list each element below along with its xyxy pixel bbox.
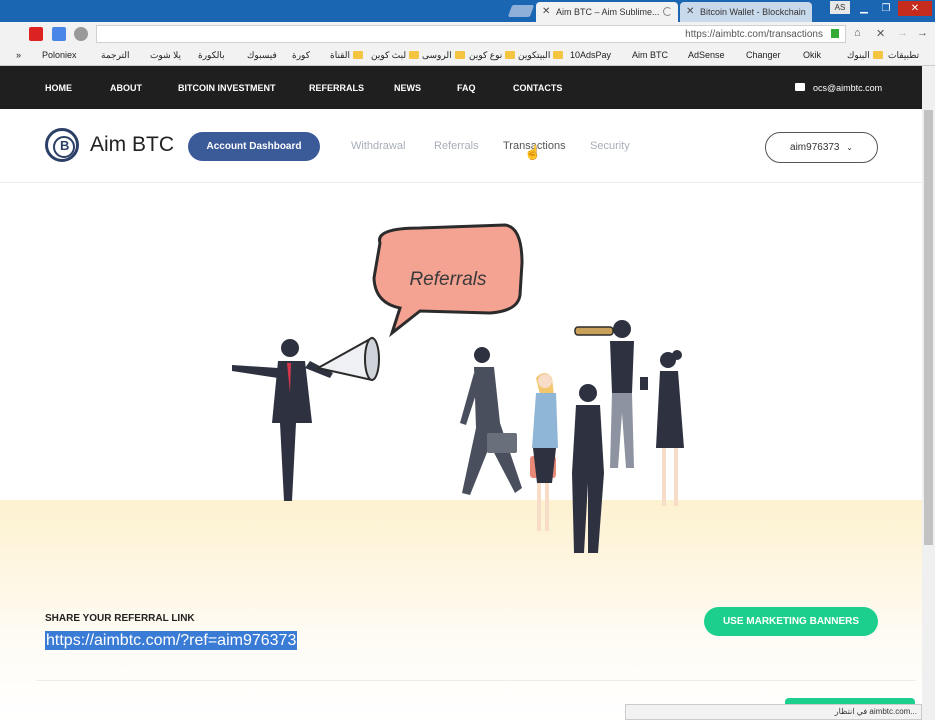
bookmark-folder[interactable]: البنوك <box>847 50 883 61</box>
extension-icon[interactable] <box>74 27 88 41</box>
nav-bitcoin-investment[interactable]: BITCOIN INVESTMENT <box>178 83 276 93</box>
aimbtc-logo-icon[interactable]: B <box>45 128 79 162</box>
bookmarks-bar: » Poloniex الترجمة يلا شوت بالكورة فيسبو… <box>0 46 935 66</box>
bookmarks-overflow-icon[interactable]: » <box>16 50 21 60</box>
bookmark-label: الروسى <box>422 50 452 60</box>
contact-email[interactable]: ocs@aimbtc.com <box>813 83 882 93</box>
bookmark-label: لبث كوين <box>371 50 407 60</box>
bookmark-item[interactable]: بالكورة <box>198 50 225 61</box>
nav-contacts[interactable]: CONTACTS <box>513 83 562 93</box>
forward-icon[interactable]: → <box>897 27 908 39</box>
referral-link[interactable]: https://aimbtc.com/?ref=aim976373 <box>45 631 298 650</box>
nav-referrals[interactable]: REFERRALS <box>309 83 364 93</box>
minimize-icon[interactable]: ▁ <box>854 1 874 16</box>
bookmark-poloniex[interactable]: Poloniex <box>42 50 77 60</box>
bookmark-label: القناة <box>330 50 350 60</box>
address-bar[interactable]: https://aimbtc.com/transactions <box>96 25 846 43</box>
mail-icon <box>795 83 805 91</box>
referrals-illustration: Referrals <box>232 223 684 553</box>
bookmark-label: البيتكوين <box>518 50 551 60</box>
folder-icon <box>409 51 420 59</box>
bookmark-10adspay[interactable]: 10AdsPay <box>570 50 611 60</box>
bookmark-facebook[interactable]: فيسبوك <box>247 50 277 61</box>
close-window-icon[interactable]: ✕ <box>898 1 932 16</box>
bookmark-aimbtc[interactable]: Aim BTC <box>632 50 668 60</box>
tab-title: Aim BTC – Aim Sublime... <box>556 7 660 17</box>
browser-toolbar: ☆ https://aimbtc.com/transactions ⌂ ✕ → … <box>0 22 935 46</box>
bookmark-item[interactable]: كورة <box>292 50 310 61</box>
referrals-link[interactable]: Referrals <box>434 140 479 152</box>
tab-title: Bitcoin Wallet - Blockchain <box>700 7 806 17</box>
use-marketing-banners-button[interactable]: USE MARKETING BANNERS <box>704 607 878 636</box>
bookmark-folder[interactable]: لبث كوين <box>371 50 420 61</box>
account-dashboard-button[interactable]: Account Dashboard <box>188 132 320 161</box>
reload-stop-icon[interactable]: ✕ <box>876 27 885 40</box>
bookmark-translate[interactable]: الترجمة <box>101 50 130 61</box>
nav-faq[interactable]: FAQ <box>457 83 476 93</box>
megaphone-person <box>232 336 380 501</box>
folder-icon <box>352 51 363 59</box>
bookmark-folder[interactable]: القناة <box>330 50 363 61</box>
bookmark-changer[interactable]: Changer <box>746 50 781 60</box>
bookmark-item[interactable]: يلا شوت <box>150 50 181 61</box>
bookmark-folder[interactable]: الروسى <box>422 50 465 61</box>
security-link[interactable]: Security <box>590 140 630 152</box>
bubble-text: Referrals <box>409 269 487 290</box>
close-tab-icon[interactable]: ✕ <box>542 6 550 17</box>
username: aim976373 <box>790 142 840 153</box>
url-text: https://aimbtc.com/transactions <box>685 29 823 40</box>
nav-news[interactable]: NEWS <box>394 83 421 93</box>
bookmark-apps[interactable]: تطبيقات <box>888 50 919 61</box>
bookmark-okik[interactable]: Okik <box>803 50 821 60</box>
bookmark-folder[interactable]: نوع كوين <box>469 50 516 61</box>
main-navigation: HOME ABOUT BITCOIN INVESTMENT REFERRALS … <box>0 66 922 109</box>
browser-tab-strip: ✕ Aim BTC – Aim Sublime... ✕ Bitcoin Wal… <box>0 0 935 22</box>
nav-home[interactable]: HOME <box>45 83 72 93</box>
gmail-extension-icon[interactable] <box>29 27 43 41</box>
extension-icon[interactable] <box>52 27 66 41</box>
tab-aimbtc[interactable]: ✕ Aim BTC – Aim Sublime... <box>536 2 678 22</box>
bookmark-label: البنوك <box>847 50 870 60</box>
chevron-down-icon: ⌄ <box>846 143 853 152</box>
share-referral-label: SHARE YOUR REFERRAL LINK <box>45 613 195 624</box>
withdrawal-link[interactable]: Withdrawal <box>351 140 405 152</box>
user-menu-button[interactable]: aim976373 ⌄ <box>765 132 878 163</box>
bookmark-folder[interactable]: البيتكوين <box>518 50 564 61</box>
folder-icon <box>553 51 564 59</box>
restore-icon[interactable]: ❐ <box>876 1 896 16</box>
folder-icon <box>454 51 465 59</box>
woman-with-bag <box>530 373 558 531</box>
hand-cursor-icon: ☝ <box>524 144 542 160</box>
bookmark-adsense[interactable]: AdSense <box>688 50 725 60</box>
status-bar: في انتظار aimbtc.com... <box>625 704 922 720</box>
home-icon[interactable]: ⌂ <box>854 27 861 39</box>
lock-icon <box>831 29 839 38</box>
profile-avatar[interactable]: AS <box>830 1 850 14</box>
tab-blockchain[interactable]: ✕ Bitcoin Wallet - Blockchain <box>680 2 812 22</box>
site-logo-text[interactable]: Aim BTC <box>90 133 174 157</box>
nav-about[interactable]: ABOUT <box>110 83 142 93</box>
woman-with-phone <box>640 350 684 506</box>
bookmark-label: نوع كوين <box>469 50 503 60</box>
folder-icon <box>872 51 883 59</box>
new-tab-button[interactable] <box>507 5 535 17</box>
standing-man <box>572 384 604 553</box>
folder-icon <box>505 51 516 59</box>
loading-spinner-icon <box>663 7 672 16</box>
close-tab-icon[interactable]: ✕ <box>686 6 694 17</box>
back-icon[interactable]: → <box>917 27 928 39</box>
walking-man-briefcase <box>460 347 522 495</box>
scrollbar-thumb[interactable] <box>924 110 933 545</box>
section-divider <box>36 680 916 681</box>
